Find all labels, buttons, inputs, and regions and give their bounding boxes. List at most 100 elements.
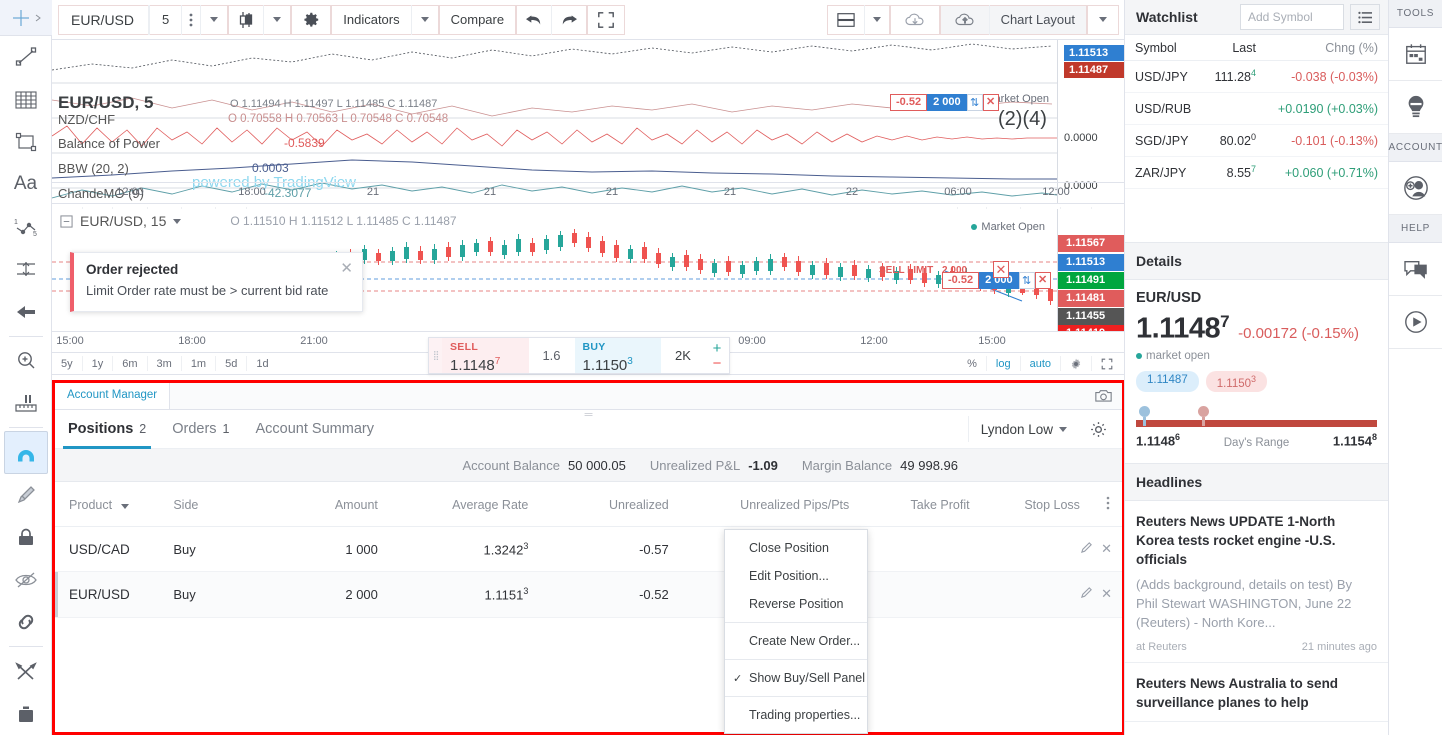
increase-quantity-button[interactable]: +: [713, 341, 722, 356]
crosshair-icon[interactable]: [0, 0, 52, 37]
layout-grid-icon[interactable]: [828, 4, 865, 35]
chart2-price-scale[interactable]: 1.11567 1.11513 1.11491 1.11481 1.11455 …: [1057, 209, 1125, 331]
quantity-stepper[interactable]: + −: [705, 338, 729, 373]
fullscreen-icon[interactable]: [588, 5, 624, 35]
cell-side[interactable]: Buy: [173, 571, 264, 618]
watchlist-row-usdjpy[interactable]: USD/JPY 111.284 -0.038 (-0.03%): [1125, 61, 1388, 93]
range-1m[interactable]: 1m: [182, 356, 217, 371]
menu-item-trading-properties[interactable]: Trading properties...: [725, 701, 867, 729]
gear-icon[interactable]: [1061, 356, 1092, 371]
order-rejected-notification[interactable]: Order rejected Limit Order rate must be …: [70, 252, 363, 312]
chart1-time-axis[interactable]: 12:00 18:00 21 21 21 21 22 06:00 12:00 1…: [52, 182, 1156, 203]
interval-selector[interactable]: 5: [149, 4, 183, 35]
fullscreen-icon[interactable]: [1092, 356, 1125, 371]
column-amount[interactable]: Amount: [263, 482, 378, 527]
buy-button[interactable]: BUY 1.11503: [574, 338, 661, 374]
percent-scale-button[interactable]: %: [958, 356, 987, 371]
quantity-value[interactable]: 2K: [661, 338, 705, 373]
account-settings-gear-icon[interactable]: [1079, 420, 1122, 439]
range-5y[interactable]: 5y: [52, 356, 83, 371]
range-3m[interactable]: 3m: [148, 356, 182, 371]
add-symbol-input[interactable]: Add Symbol: [1240, 4, 1344, 30]
redo-icon[interactable]: [552, 5, 586, 35]
headline-item-1[interactable]: Reuters News Australia to send surveilla…: [1125, 663, 1388, 722]
menu-item-edit-position[interactable]: Edit Position...: [725, 562, 867, 590]
tab-orders[interactable]: Orders 1: [159, 410, 242, 449]
edit-icon[interactable]: [1080, 586, 1093, 602]
cell-stop-loss[interactable]: [969, 526, 1080, 573]
play-video-icon[interactable]: [1388, 296, 1442, 349]
bid-pill[interactable]: 1.11487: [1136, 370, 1199, 393]
watchlist-row-usdrub[interactable]: USD/RUB +0.0190 (+0.03%): [1125, 93, 1388, 125]
tab-account-summary[interactable]: Account Summary: [243, 410, 387, 449]
menu-item-close-position[interactable]: Close Position: [725, 534, 867, 562]
cloud-download-icon[interactable]: [891, 5, 939, 35]
watchlist-menu-icon[interactable]: [1350, 4, 1380, 30]
draw-mode-icon[interactable]: [4, 474, 48, 516]
shapes-icon[interactable]: [4, 121, 48, 163]
undo-icon[interactable]: [517, 4, 553, 35]
text-icon[interactable]: Aa: [4, 163, 48, 205]
cancel-order-icon[interactable]: ✕: [993, 261, 1009, 278]
layout-dropdown[interactable]: [865, 5, 889, 35]
log-scale-button[interactable]: log: [987, 356, 1021, 371]
close-icon[interactable]: ✕: [1034, 272, 1051, 289]
column-unrealized[interactable]: Unrealized: [528, 482, 669, 527]
chart1-price-scale[interactable]: 1.11513 1.11487 0.0000 0.0000: [1057, 40, 1125, 204]
cell-stop-loss[interactable]: [969, 571, 1080, 618]
window-tab-account-manager[interactable]: Account Manager: [55, 383, 171, 409]
indicators-button[interactable]: Indicators: [332, 4, 412, 35]
auto-scale-button[interactable]: auto: [1021, 356, 1061, 371]
chart-layout-dropdown[interactable]: [1088, 5, 1118, 35]
buy-sell-panel[interactable]: ⣿ SELL 1.11487 1.6 BUY 1.11503 2K + −: [428, 337, 730, 374]
column-side[interactable]: Side: [173, 482, 264, 527]
drag-handle-icon[interactable]: ⣿: [429, 338, 442, 373]
candlestick-icon[interactable]: [229, 4, 265, 35]
add-account-icon[interactable]: [1388, 162, 1442, 215]
range-6m[interactable]: 6m: [113, 356, 148, 371]
interval-dropdown[interactable]: [201, 5, 227, 35]
range-1d[interactable]: 1d: [247, 356, 277, 371]
magnet-icon[interactable]: [3, 431, 48, 474]
idea-icon[interactable]: [1388, 81, 1442, 134]
cell-side[interactable]: Buy: [173, 526, 264, 573]
reverse-icon[interactable]: ⇅: [966, 94, 983, 111]
tools-icon[interactable]: [4, 650, 48, 692]
hide-icon[interactable]: [4, 559, 48, 601]
forecast-icon[interactable]: [4, 248, 48, 290]
more-vertical-icon[interactable]: [182, 4, 202, 35]
zoom-in-icon[interactable]: [4, 340, 48, 382]
tab-positions[interactable]: Positions 2: [55, 410, 159, 449]
chat-icon[interactable]: [1388, 243, 1442, 296]
range-1y[interactable]: 1y: [83, 356, 114, 371]
cloud-upload-icon[interactable]: [941, 4, 990, 35]
close-icon[interactable]: ✕: [1101, 541, 1112, 557]
chevron-down-icon[interactable]: [173, 218, 182, 224]
decrease-quantity-button[interactable]: −: [713, 356, 722, 371]
indicators-dropdown[interactable]: [412, 5, 438, 35]
menu-item-reverse-position[interactable]: Reverse Position: [725, 590, 867, 618]
link-icon[interactable]: [4, 601, 48, 643]
close-icon[interactable]: ✕: [982, 94, 999, 111]
column-product[interactable]: Product: [55, 482, 174, 527]
collapse-icon[interactable]: [60, 214, 73, 228]
lock-icon[interactable]: [4, 516, 48, 558]
reverse-icon[interactable]: ⇅: [1018, 272, 1035, 289]
compare-button[interactable]: Compare: [440, 5, 515, 35]
range-5d[interactable]: 5d: [216, 356, 248, 371]
gann-grid-icon[interactable]: [4, 79, 48, 121]
close-icon[interactable]: ✕: [340, 259, 353, 277]
column-unrealized-pips[interactable]: Unrealized Pips/Pts: [668, 482, 850, 527]
chart-layout-button[interactable]: Chart Layout: [990, 5, 1086, 35]
headline-item-0[interactable]: Reuters News UPDATE 1-North Korea tests …: [1125, 501, 1388, 663]
edit-icon[interactable]: [1080, 541, 1093, 557]
arrow-icon[interactable]: [4, 290, 48, 332]
chart-panel-primary[interactable]: powered by TradingView EUR/USD, 5 O 1.11…: [52, 40, 1125, 205]
gear-icon[interactable]: [292, 5, 330, 35]
column-average-rate[interactable]: Average Rate: [377, 482, 529, 527]
calendar-icon[interactable]: [1388, 28, 1442, 81]
chart-style-dropdown[interactable]: [264, 5, 290, 35]
screenshot-icon[interactable]: [1095, 389, 1112, 406]
measure-icon[interactable]: [4, 382, 48, 424]
column-options-icon[interactable]: [1079, 482, 1122, 527]
